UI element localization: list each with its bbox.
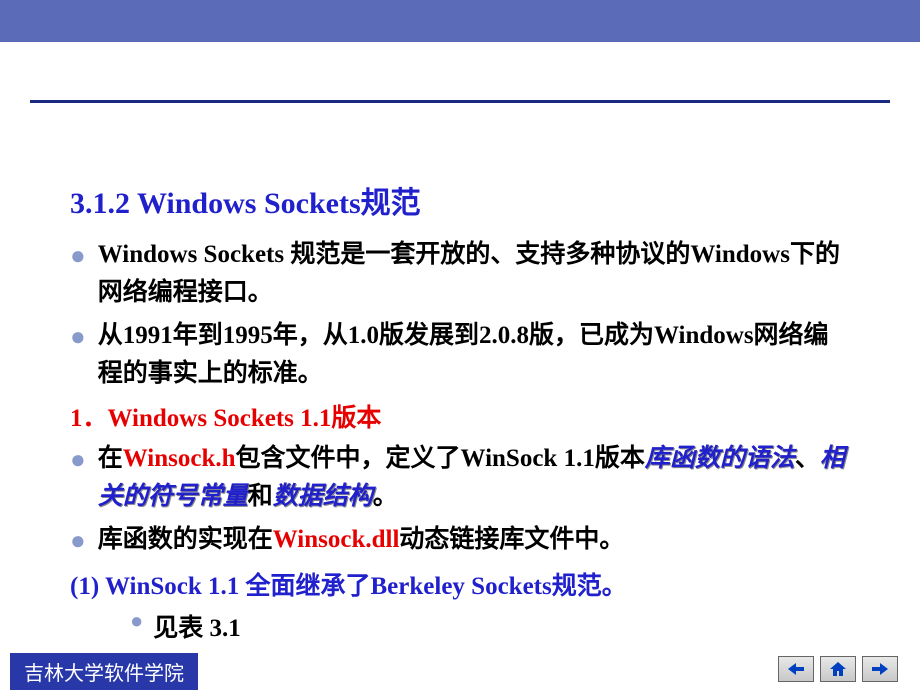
bullet-item: ● 从1991年到1995年，从1.0版发展到2.0.8版，已成为Windows… [70,317,850,392]
bullet-icon: ● [70,440,86,479]
sub-bullet-text: 见表 3.1 [153,608,241,644]
prev-button[interactable] [778,656,814,682]
bullet-text: Windows Sockets 规范是一套开放的、支持多种协议的Windows下… [98,236,850,311]
bullet-item: ● 库函数的实现在Winsock.dll动态链接库文件中。 [70,521,850,560]
header-bar [0,0,920,42]
bullet-item: ● 在Winsock.h包含文件中，定义了WinSock 1.1版本库函数的语法… [70,440,850,515]
numbered-heading: 1．Windows Sockets 1.1版本 [70,398,850,434]
home-icon [828,661,848,677]
bullet-text: 从1991年到1995年，从1.0版发展到2.0.8版，已成为Windows网络… [98,317,850,392]
footer-label: 吉林大学软件学院 [10,653,198,690]
text-part: 库函数的实现在 [98,526,273,553]
text-part: 在 [98,445,123,472]
slide-content: 3.1.2 Windows Sockets规范 ● Windows Socket… [0,48,920,644]
red-text: Winsock.dll [273,526,400,553]
arrow-right-icon [870,661,890,677]
section-heading: 3.1.2 Windows Sockets规范 [70,178,850,222]
emphasized-text: 数据结构 [273,483,373,510]
bullet-icon: ● [70,521,86,560]
text-part: 包含文件中，定义了WinSock 1.1版本 [236,445,645,472]
text-part: 动态链接库文件中。 [399,526,624,553]
bullet-icon: ● [70,236,86,275]
bullet-text: 库函数的实现在Winsock.dll动态链接库文件中。 [98,521,850,559]
home-button[interactable] [820,656,856,682]
sub-bullet-item: ● 见表 3.1 [130,608,850,644]
divider-line [30,100,890,103]
nav-buttons [778,656,898,682]
emphasized-text: 库函数的语法 [645,445,795,472]
text-part: 。 [373,483,398,510]
bullet-icon: ● [130,608,143,634]
bullet-icon: ● [70,317,86,356]
subheading: (1) WinSock 1.1 全面继承了Berkeley Sockets规范。 [70,566,850,602]
next-button[interactable] [862,656,898,682]
bullet-item: ● Windows Sockets 规范是一套开放的、支持多种协议的Window… [70,236,850,311]
bullet-text: 在Winsock.h包含文件中，定义了WinSock 1.1版本库函数的语法、相… [98,440,850,515]
text-part: 、 [795,445,820,472]
red-text: Winsock.h [123,445,236,472]
text-part: 和 [248,483,273,510]
arrow-left-icon [786,661,806,677]
